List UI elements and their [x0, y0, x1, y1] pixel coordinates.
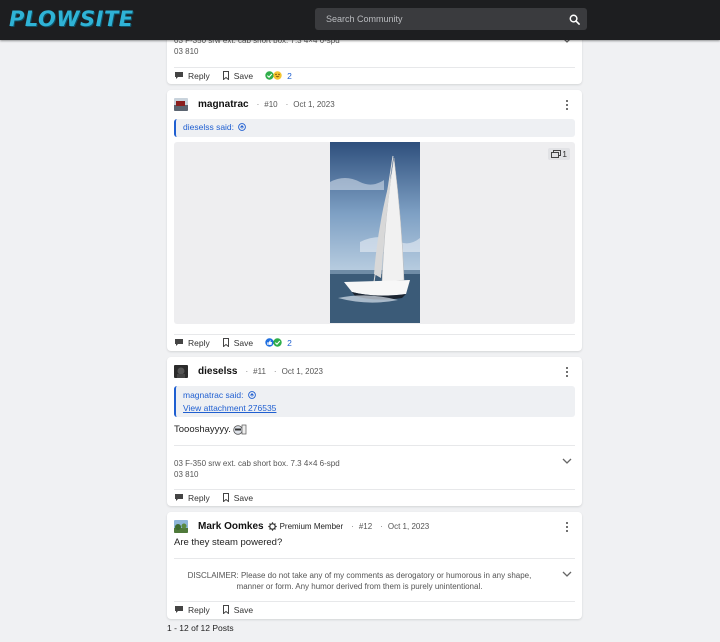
post-date[interactable]: Oct 1, 2023: [293, 100, 334, 109]
signature-line: 03 F-350 srw ext. cab short box. 7.3 4×4…: [174, 459, 340, 468]
save-button[interactable]: Save: [222, 71, 253, 81]
save-label: Save: [233, 604, 254, 615]
reactions[interactable]: 2: [265, 338, 292, 348]
more-options-icon[interactable]: [562, 521, 572, 533]
avatar[interactable]: [174, 97, 188, 111]
post-header: dieselss · #11 · Oct 1, 2023: [174, 363, 575, 379]
post-card-12: Mark Oomkes Premium Member · #12 · Oct 1…: [167, 512, 582, 619]
save-button[interactable]: Save: [222, 493, 253, 503]
reply-button[interactable]: Reply: [174, 493, 210, 503]
reply-label: Reply: [188, 604, 210, 615]
post-number[interactable]: #10: [264, 100, 277, 109]
reply-button[interactable]: Reply: [174, 605, 210, 615]
search-input[interactable]: Search Community: [326, 14, 403, 24]
post-actions: Reply Save: [174, 489, 575, 505]
attachment-count: 1: [562, 149, 567, 159]
signature-line: 03 810: [174, 47, 199, 56]
post-date[interactable]: Oct 1, 2023: [282, 367, 323, 376]
reaction-count: 2: [287, 70, 292, 81]
separator-dot: ·: [273, 366, 277, 376]
reaction-count: 2: [287, 337, 292, 348]
reply-label: Reply: [188, 492, 210, 503]
more-options-icon[interactable]: [562, 366, 572, 378]
images-icon: [551, 150, 562, 158]
chevron-down-icon[interactable]: [562, 570, 572, 578]
reply-icon: [175, 72, 183, 79]
premium-badge-icon: [267, 521, 277, 531]
post-number[interactable]: #12: [359, 522, 372, 531]
post-date[interactable]: Oct 1, 2023: [388, 522, 429, 531]
username[interactable]: Mark Oomkes: [198, 521, 264, 532]
post-card-10: magnatrac · #10 · Oct 1, 2023 dieselss s…: [167, 90, 582, 351]
view-attachment-link[interactable]: View attachment 276535: [183, 402, 568, 415]
post-count-label: 1 - 12 of 12 Posts: [167, 623, 234, 633]
chevron-down-icon[interactable]: [562, 457, 572, 465]
more-options-icon[interactable]: [562, 99, 572, 111]
post-number[interactable]: #11: [253, 367, 266, 376]
laugh-reaction-icon: [273, 71, 282, 80]
top-bar: PLOWSITE Search Community: [0, 0, 720, 40]
separator-dot: ·: [245, 366, 249, 376]
quote-author[interactable]: dieselss said:: [183, 122, 234, 132]
reply-icon: [175, 339, 183, 346]
arrow-up-circle-icon[interactable]: [248, 391, 256, 399]
bookmark-icon: [222, 493, 229, 502]
post-actions: Reply Save 2: [174, 67, 575, 83]
attachment-gallery[interactable]: 1: [174, 142, 575, 324]
search-icon[interactable]: [569, 14, 580, 25]
site-logo[interactable]: PLOWSITE: [9, 7, 134, 31]
bookmark-icon: [222, 338, 229, 347]
agree-reaction-icon: [273, 338, 282, 347]
avatar[interactable]: [174, 364, 188, 378]
signature: 03 F-350 srw ext. cab short box. 7.3 4×4…: [174, 445, 575, 480]
reactions[interactable]: 2: [265, 71, 292, 81]
signature-text: DISCLAIMER: Please do not take any of my…: [187, 571, 532, 591]
post-body-text: Toooshayyyy.: [174, 424, 231, 435]
attachment-count-badge[interactable]: 1: [548, 148, 570, 160]
quote-block: dieselss said:: [174, 119, 575, 137]
save-label: Save: [233, 492, 254, 503]
separator-dot: ·: [285, 99, 289, 109]
search-box[interactable]: Search Community: [315, 8, 587, 30]
post-header: Mark Oomkes Premium Member · #12 · Oct 1…: [174, 518, 575, 534]
reply-label: Reply: [188, 70, 210, 81]
bookmark-icon: [222, 605, 229, 614]
quote-header: magnatrac said:: [183, 389, 568, 402]
separator-dot: ·: [256, 99, 260, 109]
avatar[interactable]: [174, 519, 188, 533]
reply-icon: [175, 606, 183, 613]
post-actions: Reply Save: [174, 601, 575, 617]
signature-line: 03 810: [174, 470, 199, 479]
signature: DISCLAIMER: Please do not take any of my…: [174, 558, 575, 592]
bookmark-icon: [222, 71, 229, 80]
separator-dot: ·: [380, 521, 383, 531]
save-label: Save: [233, 70, 254, 81]
quote-block: magnatrac said: View attachment 276535: [174, 386, 575, 417]
save-button[interactable]: Save: [222, 338, 253, 348]
post-actions: Reply Save 2: [174, 334, 575, 350]
post-body: Toooshayyyy.: [174, 424, 247, 435]
post-header: magnatrac · #10 · Oct 1, 2023: [174, 96, 575, 112]
post-card-11: dieselss · #11 · Oct 1, 2023 magnatrac s…: [167, 357, 582, 506]
post-body: Are they steam powered?: [174, 537, 283, 548]
username[interactable]: magnatrac: [198, 99, 249, 110]
quote-author[interactable]: magnatrac said:: [183, 390, 243, 400]
separator-dot: ·: [351, 521, 354, 531]
save-button[interactable]: Save: [222, 605, 253, 615]
reply-icon: [175, 494, 183, 501]
save-label: Save: [233, 337, 254, 348]
reply-button[interactable]: Reply: [174, 71, 210, 81]
reply-label: Reply: [188, 337, 210, 348]
username[interactable]: dieselss: [198, 366, 237, 377]
reply-button[interactable]: Reply: [174, 338, 210, 348]
attachment-image[interactable]: [330, 142, 420, 323]
emoji-icon: [233, 424, 247, 435]
member-badge: Premium Member: [279, 521, 344, 531]
arrow-up-circle-icon[interactable]: [238, 123, 247, 131]
